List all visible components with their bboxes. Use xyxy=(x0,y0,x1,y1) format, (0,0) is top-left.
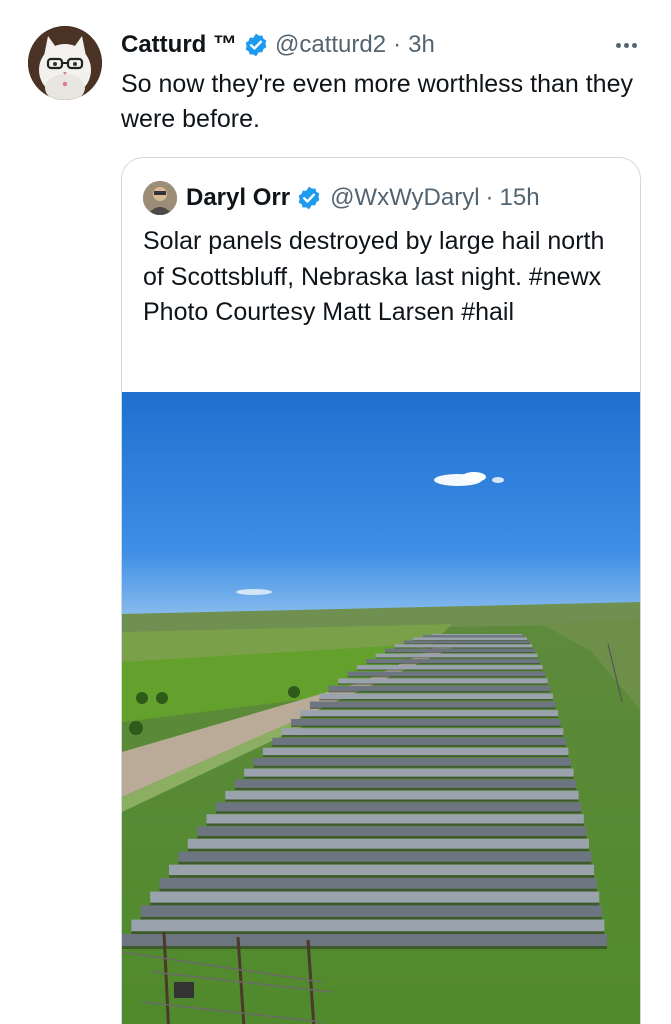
solar-panel-shadow xyxy=(225,799,579,802)
quoted-tweet-timestamp[interactable]: 15h xyxy=(500,184,540,212)
solar-panel-shadow xyxy=(366,663,541,665)
solar-panel-row xyxy=(338,678,548,684)
quoted-tweet-text: Solar panels destroyed by large hail nor… xyxy=(143,227,605,326)
verified-badge-icon xyxy=(296,185,322,211)
solar-panel-shadow xyxy=(122,946,607,949)
solar-panel-shadow xyxy=(187,848,589,852)
solar-panel-row xyxy=(262,747,569,756)
solar-panel-shadow xyxy=(281,735,564,737)
quoted-author-handle[interactable]: @WxWyDaryl xyxy=(330,184,479,212)
solar-panel-shadow xyxy=(328,691,551,693)
solar-panel-shadow xyxy=(347,676,546,678)
solar-panel-row xyxy=(272,737,566,745)
author-avatar[interactable] xyxy=(28,26,102,100)
solar-panel-row xyxy=(328,685,551,692)
solar-panel-row xyxy=(234,779,577,788)
solar-panel-row xyxy=(122,934,607,946)
solar-panel-row xyxy=(309,701,556,708)
quoted-author-avatar[interactable] xyxy=(143,181,177,215)
solar-panel-shadow xyxy=(215,811,582,814)
solar-panel-shadow xyxy=(140,916,602,920)
verified-badge-icon xyxy=(243,32,269,58)
solar-panel-row xyxy=(394,644,533,648)
author-handle[interactable]: @catturd2 xyxy=(275,31,386,59)
solar-panel-shadow xyxy=(253,765,571,768)
solar-panel-row xyxy=(253,758,571,766)
author-name[interactable]: Catturd ™ xyxy=(121,31,237,59)
solar-panel-row xyxy=(422,635,525,638)
tweet-timestamp[interactable]: 3h xyxy=(408,31,435,59)
solar-panel-shadow xyxy=(150,902,600,906)
solar-panel-row xyxy=(187,838,589,849)
solar-panel-row xyxy=(385,648,535,653)
tweet-photo[interactable] xyxy=(122,392,640,1024)
separator-dot: · xyxy=(485,184,494,211)
solar-panel-shadow xyxy=(262,755,569,758)
solar-panel-shadow xyxy=(291,725,561,728)
solar-panel-shadow xyxy=(300,716,559,718)
solar-panel-row xyxy=(413,637,528,640)
solar-panel-row xyxy=(319,693,553,700)
more-options-icon[interactable] xyxy=(611,30,641,60)
solar-panel-shadow xyxy=(197,835,587,839)
solar-panel-shadow xyxy=(356,669,543,671)
solar-panel-shadow xyxy=(319,699,553,701)
solar-panel-row xyxy=(178,851,592,862)
quoted-tweet[interactable]: Daryl Orr @WxWyDaryl · 15h Solar panels … xyxy=(121,157,641,1024)
solar-panel-row xyxy=(281,728,564,736)
solar-panel-shadow xyxy=(244,776,574,779)
solar-panel-shadow xyxy=(272,744,566,747)
solar-panel-row xyxy=(300,710,559,717)
solar-panel-row xyxy=(403,640,530,644)
tweet-header: Catturd ™ @catturd2 · 3h xyxy=(121,26,435,64)
solar-panel-shadow xyxy=(338,683,548,685)
separator-dot: · xyxy=(393,31,402,58)
solar-panel-row xyxy=(197,826,587,836)
solar-panel-shadow xyxy=(385,652,535,654)
tweet-text: So now they're even more worthless than … xyxy=(121,70,633,133)
tweet[interactable]: Catturd ™ @catturd2 · 3h So now they're … xyxy=(0,0,671,1024)
solar-panel-row xyxy=(140,905,602,917)
solar-panel-row xyxy=(159,877,597,889)
solar-panel-shadow xyxy=(168,875,595,878)
solar-panel-row xyxy=(225,790,579,800)
solar-panel-row xyxy=(150,891,600,903)
solar-panel-row xyxy=(131,919,605,932)
solar-panel-shadow xyxy=(131,931,605,935)
solar-panel-row xyxy=(206,814,584,824)
solar-panel-row xyxy=(215,802,582,812)
solar-panel-shadow xyxy=(206,823,584,826)
solar-panel-shadow xyxy=(234,787,577,791)
solar-panel-row xyxy=(356,665,543,670)
solar-panel-shadow xyxy=(403,643,530,645)
solar-panel-shadow xyxy=(159,888,597,892)
solar-panel-row xyxy=(291,718,561,726)
quoted-tweet-header: Daryl Orr @WxWyDaryl · 15h xyxy=(143,180,540,216)
solar-panel-row xyxy=(375,653,538,658)
solar-panel-row xyxy=(168,864,595,876)
solar-panel-shadow xyxy=(394,647,533,649)
solar-panel-row xyxy=(244,768,574,777)
solar-panel-shadow xyxy=(178,861,592,865)
solar-panel-row xyxy=(347,671,546,677)
solar-panel-shadow xyxy=(375,657,538,659)
quoted-author-name[interactable]: Daryl Orr xyxy=(186,184,290,212)
solar-panel-shadow xyxy=(309,707,556,710)
solar-panel-row xyxy=(366,659,541,664)
